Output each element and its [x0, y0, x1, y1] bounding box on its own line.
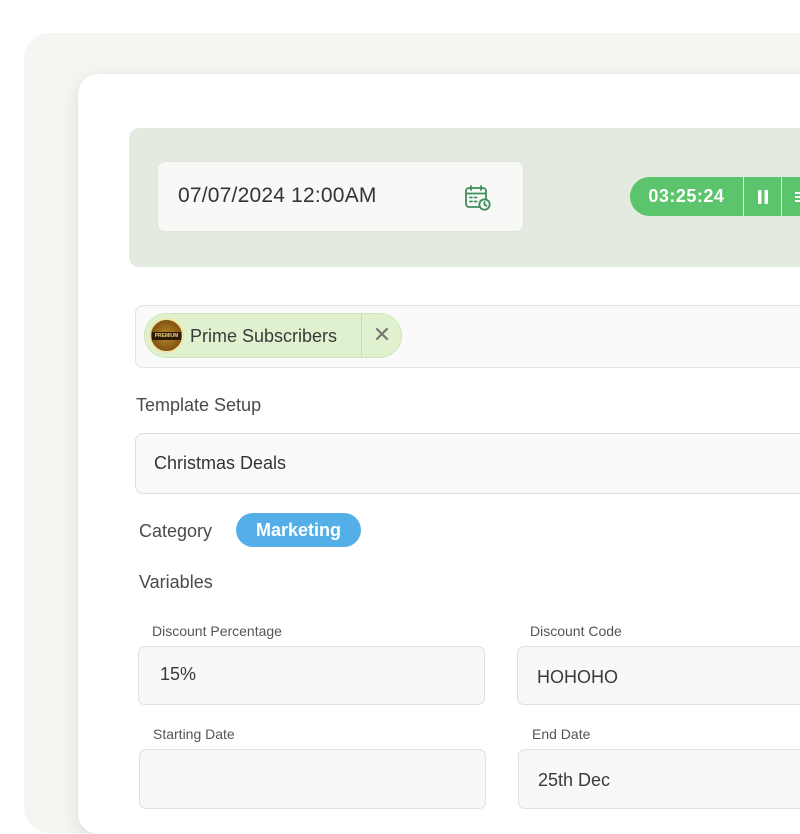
menu-icon [795, 191, 800, 202]
discount-code-input[interactable]: HOHOHO [517, 646, 800, 705]
timer-value: 03:25:24 [648, 186, 725, 206]
datetime-input[interactable]: 07/07/2024 12:00AM [157, 161, 524, 232]
pause-icon [757, 189, 768, 204]
category-badge: Marketing [236, 513, 361, 547]
category-label: Category [139, 521, 213, 541]
discount-percentage-label: Discount Percentage [152, 623, 282, 639]
discount-percentage-value: 15% [160, 664, 197, 684]
menu-button[interactable] [781, 177, 800, 216]
calendar-clock-icon[interactable] [464, 184, 492, 212]
close-icon[interactable]: ✕ [371, 324, 393, 346]
end-date-value: 25th Dec [538, 770, 611, 790]
template-setup-label: Template Setup [136, 395, 262, 415]
discount-code-label: Discount Code [530, 623, 622, 639]
chip-divider [361, 314, 362, 357]
audience-chip[interactable]: PREMIUM Prime Subscribers ✕ [144, 313, 402, 358]
end-date-label: End Date [532, 726, 591, 742]
pause-button[interactable] [742, 177, 782, 216]
premium-badge-avatar: PREMIUM [149, 318, 184, 353]
datetime-value: 07/07/2024 12:00AM [178, 184, 377, 207]
discount-percentage-input[interactable]: 15% [138, 646, 485, 705]
template-select-value: Christmas Deals [154, 453, 287, 473]
discount-code-value: HOHOHO [537, 667, 618, 687]
end-date-input[interactable]: 25th Dec [518, 749, 800, 809]
audience-chip-label: Prime Subscribers [190, 326, 338, 346]
avatar-badge-text: PREMIUM [152, 332, 181, 340]
variables-label: Variables [139, 572, 213, 592]
session-timer: 03:25:24 [630, 177, 800, 216]
template-select[interactable]: Christmas Deals [135, 433, 800, 494]
starting-date-input[interactable] [139, 749, 486, 809]
starting-date-label: Starting Date [153, 726, 235, 742]
